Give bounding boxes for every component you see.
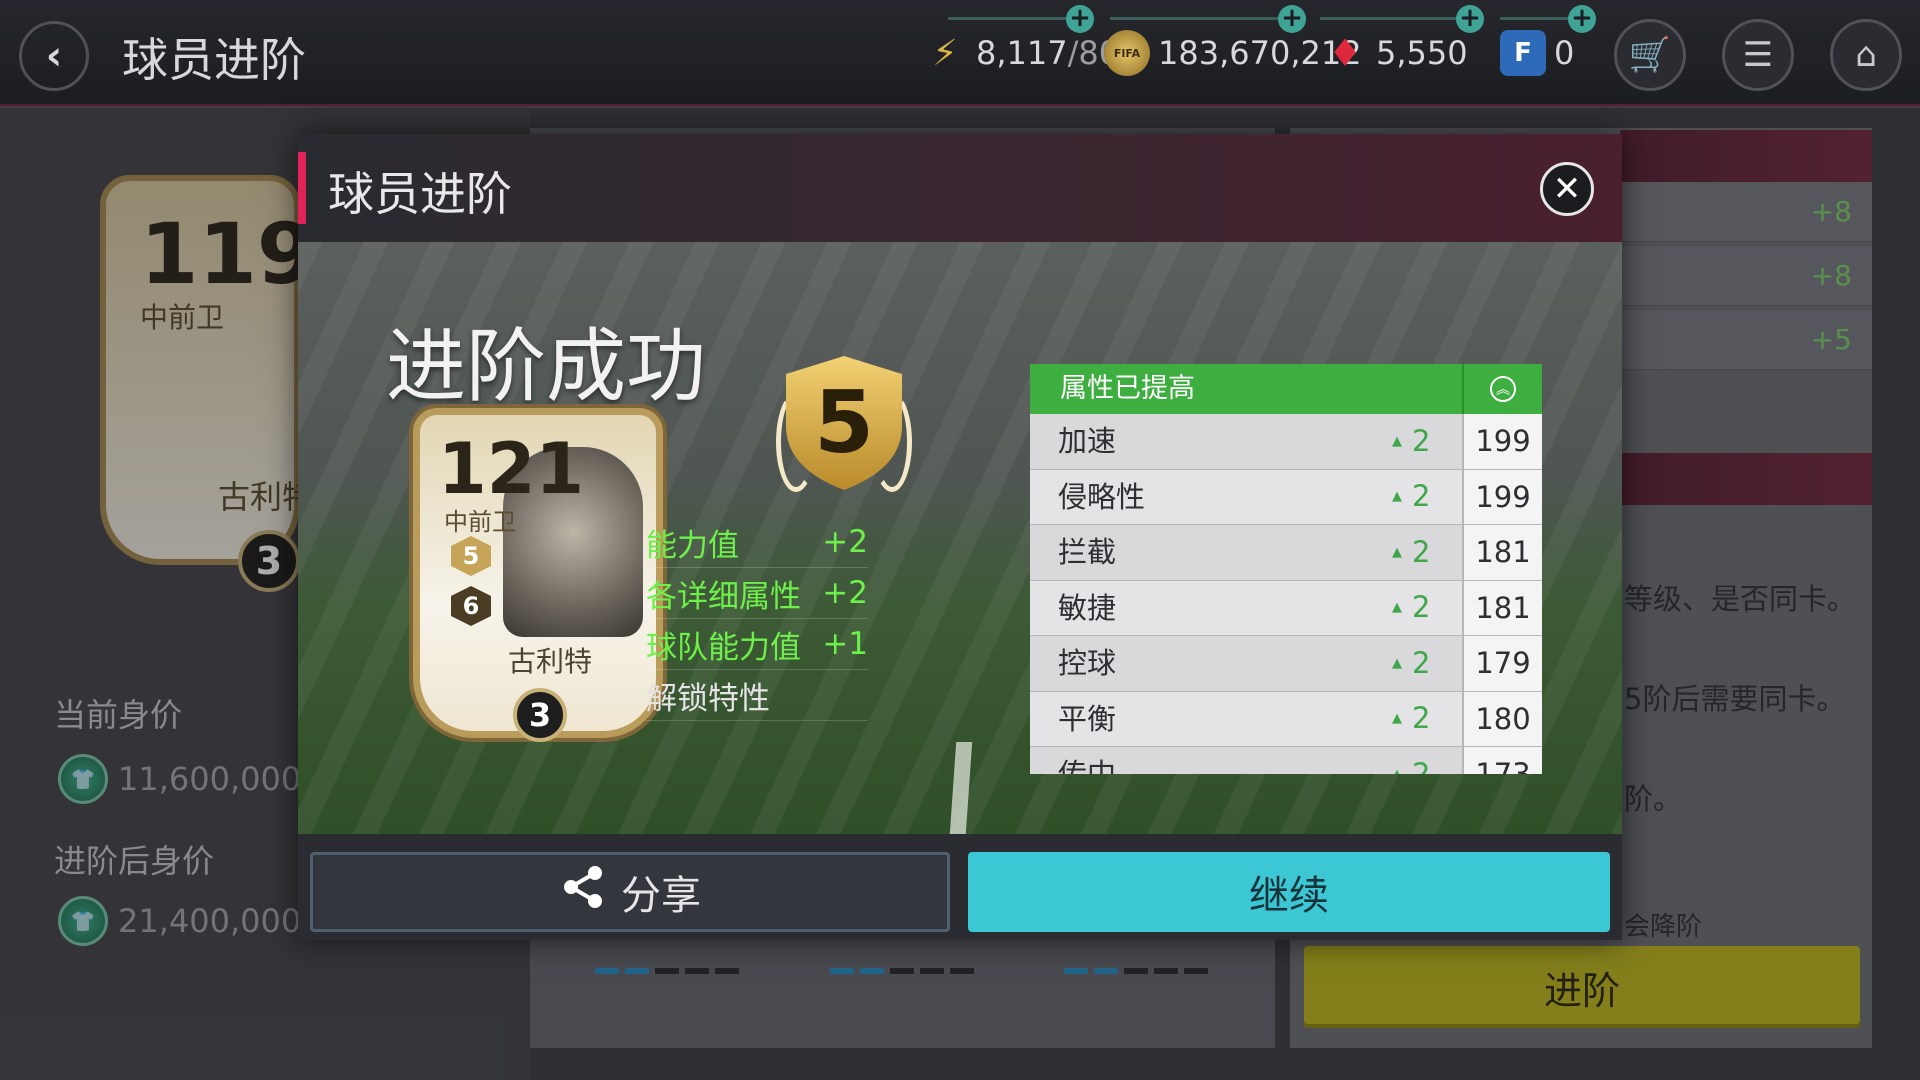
double-chevron-up-icon: ︽ [1490, 376, 1516, 402]
fifa-points-icon: F [1500, 30, 1546, 76]
stat-row: 加速 ▲ 2 199 [1030, 414, 1542, 470]
home-icon: ⌂ [1855, 35, 1877, 75]
gems-display: ♦ 5,550 [1322, 28, 1468, 78]
stat-row: 拦截 ▲ 2 181 [1030, 525, 1542, 581]
close-button[interactable]: ✕ [1540, 162, 1594, 216]
stat-increase: ▲2 [1392, 747, 1462, 774]
points-value: 0 [1554, 34, 1575, 72]
success-title: 进阶成功 [386, 320, 706, 413]
stats-rows[interactable]: 加速 ▲ 2 199 侵略性 ▲ 2 199 拦截 ▲ 2 181 敏捷 ▲ 2 181 控球 ▲ 2 179 平衡 ▲ 2… [1030, 414, 1542, 774]
boost-value: +2 [822, 575, 868, 611]
stat-value: 199 [1462, 414, 1542, 469]
boost-value: +2 [822, 524, 868, 560]
shop-button[interactable]: 🛒 [1614, 19, 1686, 91]
stat-name: 拦截 [1058, 535, 1117, 569]
stat-row: 控球 ▲ 2 179 [1030, 636, 1542, 692]
menu-list-icon: ☰ [1742, 35, 1774, 75]
boost-label: 球队能力值 [646, 629, 801, 666]
stat-increase-value: 2 [1412, 645, 1431, 680]
stat-increase: ▲2 [1392, 414, 1462, 469]
stat-increase: ▲2 [1392, 636, 1462, 691]
arrow-up-icon: ▲ [1392, 711, 1402, 727]
stat-increase-value: 2 [1412, 701, 1431, 736]
arrow-up-icon: ▲ [1392, 655, 1402, 671]
stat-value: 179 [1462, 636, 1542, 691]
stats-table: 属性已提高 ︽ 加速 ▲ 2 199 侵略性 ▲ 2 199 拦截 ▲ 2 181 敏捷 ▲ 2 181 控球 ▲… [1030, 364, 1542, 774]
gem-icon: ♦ [1327, 31, 1363, 75]
stat-value: 181 [1462, 525, 1542, 580]
stat-increase-value: 2 [1412, 590, 1431, 625]
coin-icon: FIFA [1104, 30, 1150, 76]
boost-list: 能力值 +2 各详细属性 +2 球队能力值 +1 解锁特性 [646, 517, 868, 721]
card-rank-badge: 3 [513, 688, 567, 742]
boost-label: 能力值 [646, 527, 739, 564]
card-position: 中前卫 [444, 508, 516, 536]
stat-increase-value: 2 [1412, 756, 1431, 774]
share-button[interactable]: 分享 [310, 852, 950, 932]
dialog-header: 球员进阶 ✕ [298, 134, 1622, 242]
gems-value: 5,550 [1376, 34, 1468, 72]
divider [1110, 17, 1290, 20]
stat-increase: ▲2 [1392, 525, 1462, 580]
stat-increase: ▲2 [1392, 581, 1462, 636]
stats-header: 属性已提高 ︽ [1030, 364, 1542, 414]
stat-name: 平衡 [1058, 701, 1117, 736]
stats-header-icon-cell: ︽ [1462, 364, 1542, 414]
stat-name: 加速 [1058, 424, 1117, 458]
stat-row: 敏捷 ▲ 2 181 [1030, 580, 1542, 636]
stat-value: 180 [1462, 691, 1542, 746]
card-rating: 121 [438, 428, 585, 510]
share-icon [559, 863, 607, 921]
energy-value: 8,117 [976, 34, 1068, 72]
stat-name: 侵略性 [1058, 479, 1146, 514]
boost-row: 能力值 +2 [646, 517, 868, 568]
stat-increase-value: 2 [1412, 534, 1431, 569]
share-label: 分享 [621, 873, 701, 919]
stat-increase-value: 2 [1412, 479, 1431, 514]
lightning-icon: ⚡ [932, 32, 958, 74]
menu-button[interactable]: ☰ [1722, 19, 1794, 91]
boost-label: 解锁特性 [646, 680, 770, 717]
divider [1320, 17, 1470, 20]
top-bar: ‹ 球员进阶 + ⚡ 8,117/80 + FIFA 183,670,212 +… [0, 0, 1920, 106]
stat-increase: ▲2 [1392, 692, 1462, 747]
stat-increase: ▲2 [1392, 470, 1462, 525]
stat-row: 平衡 ▲ 2 180 [1030, 691, 1542, 747]
stats-header-label: 属性已提高 [1060, 373, 1195, 404]
energy-display: ⚡ 8,117/80 [922, 28, 1119, 78]
stat-name: 控球 [1058, 646, 1117, 680]
dialog-title: 球员进阶 [328, 167, 512, 221]
arrow-up-icon: ▲ [1392, 489, 1402, 505]
stat-value: 181 [1462, 580, 1542, 635]
arrow-up-icon: ▲ [1392, 544, 1402, 560]
back-button[interactable]: ‹ [19, 21, 89, 91]
arrow-up-icon: ▲ [1392, 433, 1402, 449]
arrow-up-icon: ▲ [1392, 600, 1402, 616]
boost-row: 各详细属性 +2 [646, 568, 868, 619]
close-icon: ✕ [1552, 169, 1582, 209]
chevron-left-icon: ‹ [45, 33, 63, 79]
boost-row: 解锁特性 [646, 670, 868, 721]
card-player-name: 古利特 [508, 645, 593, 678]
points-display: F 0 [1500, 28, 1574, 78]
stat-value: 173 [1462, 747, 1542, 774]
cart-icon: 🛒 [1628, 35, 1672, 75]
boost-row: 球队能力值 +1 [646, 619, 868, 670]
boost-value: +1 [822, 626, 868, 662]
continue-button[interactable]: 继续 [968, 852, 1610, 932]
stat-name: 传中 [1058, 757, 1117, 774]
header-accent [298, 152, 306, 224]
stat-row: 传中▲2173 [1030, 747, 1542, 774]
boost-label: 各详细属性 [646, 578, 801, 615]
arrow-up-icon: ▲ [1392, 747, 1402, 774]
page-title: 球员进阶 [122, 33, 306, 87]
home-button[interactable]: ⌂ [1830, 19, 1902, 91]
stat-row: 侵略性 ▲ 2 199 [1030, 469, 1542, 525]
stat-name: 敏捷 [1058, 590, 1117, 625]
divider [948, 17, 1078, 20]
stat-value: 199 [1462, 469, 1542, 524]
stat-increase-value: 2 [1412, 423, 1431, 458]
